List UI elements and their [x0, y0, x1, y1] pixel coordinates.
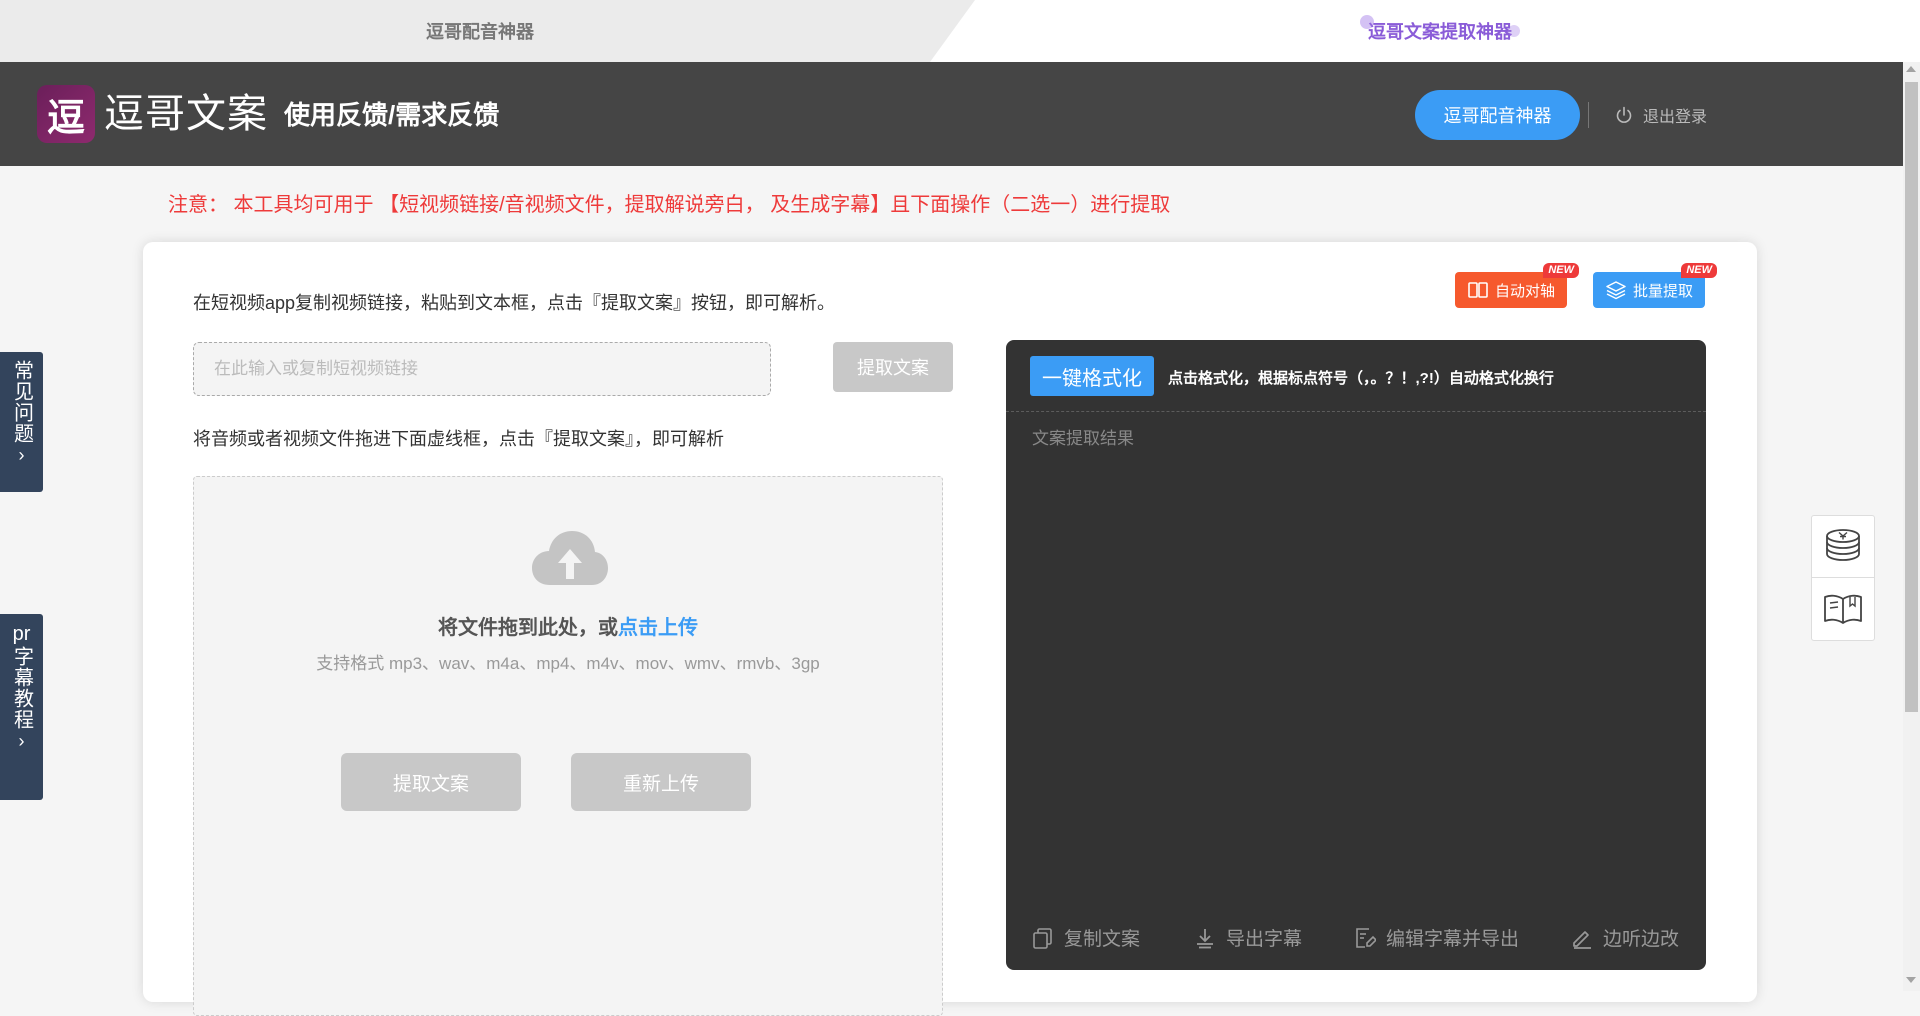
tab-dubbing-tool[interactable]: 逗哥配音神器: [0, 0, 960, 62]
extract-from-link-button[interactable]: 提取文案: [833, 342, 953, 392]
download-icon: [1197, 928, 1213, 948]
app-name: 逗哥文案: [104, 92, 268, 136]
layers-icon: [1606, 281, 1626, 300]
main-card: 在短视频app复制视频链接，粘贴到文本框，点击『提取文案』按钮，即可解析。 提取…: [143, 242, 1757, 1016]
result-panel: 一键格式化 点击格式化，根据标点符号（，。？！,?!）自动格式化换行 复制文案 …: [1006, 340, 1706, 970]
copy-icon: [1033, 927, 1052, 949]
scrollbar-thumb[interactable]: [1905, 82, 1918, 712]
usage-notice: 注意： 本工具均可用于 【短视频链接/音视频文件，提取解说旁白， 及生成字幕】且…: [168, 194, 1171, 216]
extract-from-file-button[interactable]: 提取文案: [341, 753, 521, 811]
click-upload-link[interactable]: 点击上传: [618, 617, 698, 639]
product-tab-strip: 逗哥配音神器 逗哥文案提取神器: [0, 0, 1920, 62]
recharge-button[interactable]: [1812, 516, 1874, 578]
link-instruction: 在短视频app复制视频链接，粘贴到文本框，点击『提取文案』按钮，即可解析。: [193, 293, 836, 313]
edit-export-subtitle-button[interactable]: 编辑字幕并导出: [1354, 924, 1519, 951]
cloud-upload-icon: [532, 531, 608, 585]
copy-text-button[interactable]: 复制文案: [1032, 924, 1140, 951]
drop-text: 将文件拖到此处，或: [438, 617, 618, 639]
batch-extract-button[interactable]: 批量提取 NEW: [1593, 263, 1717, 308]
coins-icon: [1826, 528, 1860, 561]
reupload-button[interactable]: 重新上传: [571, 753, 751, 811]
format-hint: 点击格式化，根据标点符号（，。？！,?!）自动格式化换行: [1168, 370, 1554, 387]
result-toolbar: 复制文案 导出字幕 编辑字幕并导出 边听边改: [1006, 924, 1706, 954]
new-badge: NEW: [1543, 263, 1579, 278]
sidebar-tab-pr-tutorial[interactable]: pr 字幕教程 ›: [0, 614, 43, 800]
tab-copy-extract-tool[interactable]: 逗哥文案提取神器: [960, 0, 1920, 62]
logout-button[interactable]: 退出登录: [1615, 102, 1707, 128]
dubbing-tool-button[interactable]: 逗哥配音神器: [1415, 90, 1580, 140]
guide-button[interactable]: [1812, 578, 1874, 640]
feedback-link[interactable]: 使用反馈/需求反馈: [284, 98, 499, 132]
file-drop-zone[interactable]: 将文件拖到此处，或点击上传 支持格式 mp3、wav、m4a、mp4、m4v、m…: [193, 476, 943, 1016]
copy-text-label: 复制文案: [1064, 929, 1141, 950]
book-icon: [1824, 594, 1862, 624]
app-logo[interactable]: 逗: [37, 85, 95, 143]
edit-doc-icon: [1356, 927, 1376, 948]
listen-edit-label: 边听边改: [1603, 929, 1680, 950]
export-subtitle-button[interactable]: 导出字幕: [1194, 924, 1302, 951]
floating-toolbar: [1811, 515, 1875, 641]
chevron-right-icon: ›: [18, 731, 25, 751]
result-textarea[interactable]: [1030, 422, 1680, 902]
auto-align-button[interactable]: 自动对轴 NEW: [1455, 263, 1579, 308]
export-subtitle-label: 导出字幕: [1226, 929, 1303, 950]
scroll-down-arrow-icon[interactable]: [1906, 977, 1916, 983]
sidebar-tab-faq[interactable]: 常见问题 ›: [0, 352, 43, 492]
video-link-input[interactable]: [193, 342, 771, 396]
edit-export-label: 编辑字幕并导出: [1386, 929, 1520, 950]
auto-align-label: 自动对轴: [1494, 282, 1555, 300]
faq-label: 常见问题: [10, 360, 33, 444]
logo-glyph: 逗: [46, 97, 85, 140]
logout-label: 退出登录: [1643, 109, 1708, 126]
drop-title: 将文件拖到此处，或点击上传: [194, 611, 942, 640]
panel-divider: [1006, 411, 1706, 412]
power-icon: [1616, 106, 1632, 123]
batch-extract-label: 批量提取: [1632, 282, 1693, 300]
file-instruction: 将音频或者视频文件拖进下面虚线框，点击『提取文案』，即可解析: [193, 429, 724, 449]
header-divider: [1588, 102, 1589, 128]
tab-copy-extract-label: 逗哥文案提取神器: [1360, 15, 1520, 44]
pr-prefix: pr: [12, 623, 31, 645]
listen-edit-button[interactable]: 边听边改: [1571, 924, 1679, 951]
tab-dubbing-label: 逗哥配音神器: [426, 22, 534, 42]
chevron-right-icon: ›: [18, 445, 25, 465]
scroll-up-arrow-icon[interactable]: [1906, 66, 1916, 72]
supported-formats: 支持格式 mp3、wav、m4a、mp4、m4v、mov、wmv、rmvb、3g…: [316, 654, 820, 673]
new-badge: NEW: [1681, 263, 1717, 278]
pencil-icon: [1573, 930, 1591, 949]
app-header: 逗 逗哥文案 使用反馈/需求反馈 逗哥配音神器 退出登录: [0, 62, 1920, 166]
book-open-icon: [1468, 282, 1488, 298]
format-button[interactable]: 一键格式化: [1030, 356, 1154, 396]
pr-tutorial-label: 字幕教程: [10, 646, 33, 730]
